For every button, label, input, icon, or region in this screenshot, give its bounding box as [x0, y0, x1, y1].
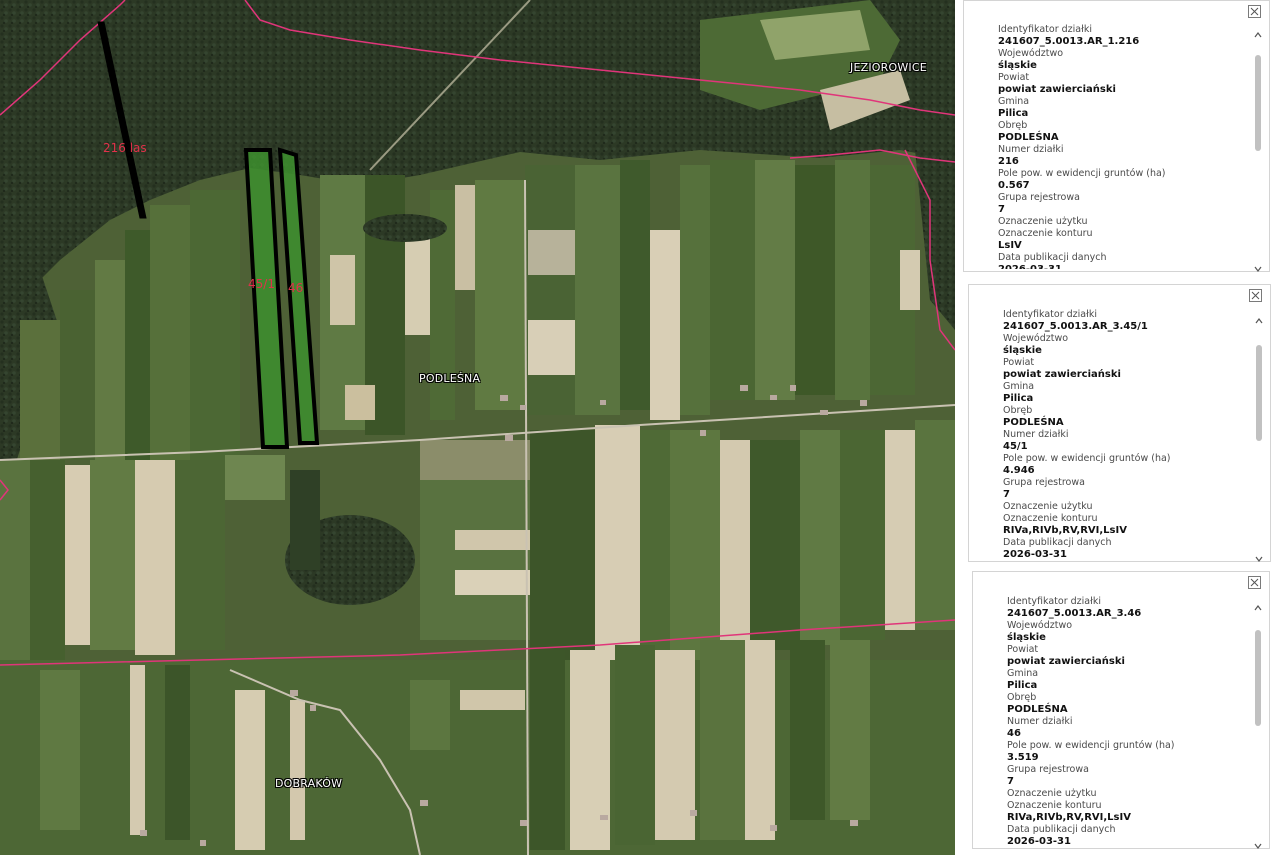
field-label-kontur: Oznaczenie konturu [1003, 513, 1098, 524]
scroll-down-icon[interactable] [1253, 259, 1263, 272]
field-value-grupa: 7 [1003, 489, 1010, 500]
field-label-numer: Numer działki [998, 144, 1064, 155]
field-label-wojewodztwo: Województwo [1003, 333, 1069, 344]
panel-scrollbar[interactable] [1253, 25, 1263, 272]
field-label-obreb: Obręb [998, 120, 1028, 131]
scroll-up-icon[interactable] [1254, 311, 1264, 324]
field-label-uzytek: Oznaczenie użytku [1003, 501, 1093, 512]
field-label-numer: Numer działki [1007, 716, 1073, 727]
field-label-obreb: Obręb [1003, 405, 1033, 416]
panel-header [973, 572, 1269, 594]
scroll-thumb[interactable] [1255, 630, 1261, 726]
field-label-numer: Numer działki [1003, 429, 1069, 440]
field-value-gmina: Pilica [998, 108, 1029, 119]
panel-scrollbar[interactable] [1254, 311, 1264, 562]
field-label-gmina: Gmina [998, 96, 1030, 107]
field-label-wojewodztwo: Województwo [998, 48, 1064, 59]
field-value-wojewodztwo: śląskie [1007, 632, 1046, 643]
field-label-id: Identyfikator działki [998, 24, 1092, 35]
field-value-grupa: 7 [1007, 776, 1014, 787]
field-value-obreb: PODLEŚNA [1007, 704, 1068, 715]
parcel-label-46: 46 [288, 281, 304, 295]
field-value-id: 241607_5.0013.AR_3.45/1 [1003, 321, 1148, 332]
parcel-info-panel-46: Identyfikator działki 241607_5.0013.AR_3… [972, 571, 1270, 849]
field-value-wojewodztwo: śląskie [1003, 345, 1042, 356]
field-label-data: Data publikacji danych [998, 252, 1107, 263]
field-value-id: 241607_5.0013.AR_3.46 [1007, 608, 1142, 619]
parcel-info-panel-216: Identyfikator działki 241607_5.0013.AR_1… [963, 0, 1270, 272]
field-value-obreb: PODLEŚNA [998, 132, 1059, 143]
field-value-numer: 46 [1007, 728, 1021, 739]
field-label-id: Identyfikator działki [1003, 309, 1097, 320]
field-value-kontur: RIVa,RIVb,RV,RVI,LsIV [1003, 525, 1127, 536]
place-label-jeziorowice: JEZIOROWICE [850, 61, 927, 74]
field-value-pole: 4.946 [1003, 465, 1035, 476]
panel-header [969, 285, 1270, 307]
panel-header [964, 1, 1269, 23]
scroll-down-icon[interactable] [1254, 549, 1264, 562]
field-label-powiat: Powiat [998, 72, 1030, 83]
field-label-pole: Pole pow. w ewidencji gruntów (ha) [998, 168, 1166, 179]
field-value-powiat: powiat zawierciański [1007, 656, 1125, 667]
field-label-uzytek: Oznaczenie użytku [1007, 788, 1097, 799]
field-label-data: Data publikacji danych [1007, 824, 1116, 835]
field-value-obreb: PODLEŚNA [1003, 417, 1064, 428]
scroll-up-icon[interactable] [1253, 25, 1263, 38]
field-label-uzytek: Oznaczenie użytku [998, 216, 1088, 227]
parcel-attributes: Identyfikator działki 241607_5.0013.AR_3… [1007, 596, 1245, 846]
parcel-label-216: 216 las [103, 141, 147, 155]
scroll-down-icon[interactable] [1253, 836, 1263, 849]
field-value-kontur: RIVa,RIVb,RV,RVI,LsIV [1007, 812, 1131, 823]
field-label-id: Identyfikator działki [1007, 596, 1101, 607]
field-value-data: 2026-03-31 [998, 264, 1245, 269]
field-value-wojewodztwo: śląskie [998, 60, 1037, 71]
field-value-numer: 216 [998, 156, 1019, 167]
field-label-kontur: Oznaczenie konturu [1007, 800, 1102, 811]
field-label-powiat: Powiat [1003, 357, 1035, 368]
panel-scrollbar[interactable] [1253, 598, 1263, 849]
field-value-data: 2026-03-31 [1007, 836, 1071, 846]
field-label-gmina: Gmina [1003, 381, 1035, 392]
field-label-grupa: Grupa rejestrowa [1003, 477, 1085, 488]
field-label-data: Data publikacji danych [1003, 537, 1112, 548]
field-value-powiat: powiat zawierciański [1003, 369, 1121, 380]
field-value-pole: 0.567 [998, 180, 1030, 191]
field-value-kontur: LsIV [998, 240, 1022, 251]
parcel-attributes: Identyfikator działki 241607_5.0013.AR_3… [1003, 309, 1246, 559]
close-icon[interactable] [1248, 576, 1261, 589]
place-label-podlesna: PODLEŚNA [419, 372, 481, 385]
field-strips-bottom [0, 640, 955, 855]
scroll-up-icon[interactable] [1253, 598, 1263, 611]
scroll-thumb[interactable] [1256, 345, 1262, 441]
field-label-obreb: Obręb [1007, 692, 1037, 703]
field-label-gmina: Gmina [1007, 668, 1039, 679]
place-label-dobrakow: DOBRAKÓW [275, 777, 343, 790]
field-value-data: 2026-03-31 [1003, 549, 1067, 559]
field-label-pole: Pole pow. w ewidencji gruntów (ha) [1003, 453, 1171, 464]
field-value-numer: 45/1 [1003, 441, 1028, 452]
close-icon[interactable] [1249, 289, 1262, 302]
field-value-gmina: Pilica [1003, 393, 1034, 404]
field-value-pole: 3.519 [1007, 752, 1039, 763]
field-value-gmina: Pilica [1007, 680, 1038, 691]
field-label-powiat: Powiat [1007, 644, 1039, 655]
parcel-attributes: Identyfikator działki 241607_5.0013.AR_1… [998, 24, 1245, 269]
close-icon[interactable] [1248, 5, 1261, 18]
field-label-wojewodztwo: Województwo [1007, 620, 1073, 631]
field-label-kontur: Oznaczenie konturu [998, 228, 1093, 239]
parcel-info-panel-45-1: Identyfikator działki 241607_5.0013.AR_3… [968, 284, 1271, 562]
map-view[interactable]: JEZIOROWICE PODLEŚNA DOBRAKÓW 216 las 45… [0, 0, 955, 855]
field-label-grupa: Grupa rejestrowa [998, 192, 1080, 203]
field-label-pole: Pole pow. w ewidencji gruntów (ha) [1007, 740, 1175, 751]
field-label-grupa: Grupa rejestrowa [1007, 764, 1089, 775]
parcel-label-45-1: 45/1 [248, 277, 275, 291]
field-value-grupa: 7 [998, 204, 1005, 215]
field-value-powiat: powiat zawierciański [998, 84, 1116, 95]
field-value-id: 241607_5.0013.AR_1.216 [998, 36, 1140, 47]
scroll-thumb[interactable] [1255, 55, 1261, 151]
satellite-imagery [0, 0, 955, 855]
